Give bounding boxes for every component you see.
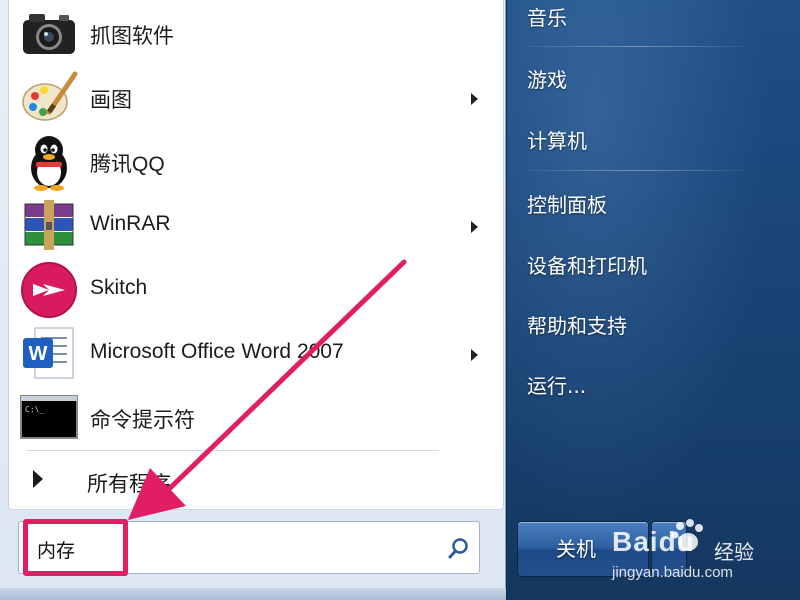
program-item-winrar[interactable]: WinRAR — [9, 194, 505, 258]
search-icon[interactable] — [447, 536, 471, 560]
menu-bottom-edge — [0, 588, 506, 600]
program-label: Microsoft Office Word 2007 — [90, 340, 344, 363]
right-item-music[interactable]: 音乐 — [527, 2, 567, 31]
program-label: 抓图软件 — [90, 25, 174, 48]
program-item-cmd[interactable]: C:\_ 命令提示符 — [9, 386, 505, 450]
word-icon: W — [23, 327, 74, 379]
expand-arrow-icon — [33, 470, 43, 488]
program-item-skitch[interactable]: Skitch — [9, 258, 505, 322]
cmd-icon: C:\_ — [20, 395, 78, 439]
submenu-arrow-icon[interactable] — [471, 349, 478, 361]
right-item-help-support[interactable]: 帮助和支持 — [527, 310, 627, 339]
divider — [527, 170, 745, 171]
watermark-url: jingyan.baidu.com — [612, 564, 733, 581]
right-item-control-panel[interactable]: 控制面板 — [527, 189, 607, 218]
program-label: Skitch — [90, 276, 148, 299]
program-label: 画图 — [90, 89, 132, 112]
all-programs-label: 所有程序 — [87, 472, 171, 496]
divider — [27, 450, 439, 451]
program-label: 腾讯QQ — [90, 153, 165, 176]
program-item-paint[interactable]: 画图 — [9, 66, 505, 130]
program-list: 抓图软件 画图 腾讯QQ WinRAR Skitch W Microsoft O… — [8, 0, 504, 510]
qq-penguin-icon — [31, 136, 67, 191]
right-item-games[interactable]: 游戏 — [527, 64, 567, 93]
svg-text:C:\_: C:\_ — [25, 405, 44, 414]
paint-palette-icon — [22, 71, 78, 121]
divider — [527, 46, 745, 47]
program-label: 命令提示符 — [90, 409, 195, 432]
program-label: WinRAR — [90, 212, 171, 235]
skitch-icon — [21, 262, 77, 318]
start-menu-left-pane: 抓图软件 画图 腾讯QQ WinRAR Skitch W Microsoft O… — [0, 0, 506, 600]
watermark-sub: 经验 — [714, 540, 754, 564]
svg-text:W: W — [29, 343, 48, 365]
winrar-books-icon — [24, 200, 74, 250]
all-programs-button[interactable]: 所有程序 — [9, 458, 505, 502]
program-item-screenshot-tool[interactable]: 抓图软件 — [9, 2, 505, 66]
right-item-computer[interactable]: 计算机 — [527, 125, 587, 154]
start-menu-right-pane: 音乐 游戏 计算机 控制面板 设备和打印机 帮助和支持 运行... 关机 — [506, 0, 800, 600]
submenu-arrow-icon[interactable] — [471, 221, 478, 233]
program-item-word-2007[interactable]: W Microsoft Office Word 2007 — [9, 322, 505, 386]
program-item-qq[interactable]: 腾讯QQ — [9, 130, 505, 194]
camera-icon — [23, 14, 75, 54]
paw-logo-icon — [671, 519, 703, 551]
right-item-devices-printers[interactable]: 设备和打印机 — [527, 250, 647, 279]
search-highlight-box — [23, 519, 128, 576]
submenu-arrow-icon[interactable] — [471, 93, 478, 105]
shutdown-label: 关机 — [556, 537, 596, 561]
baidu-watermark: Baidu 经验 jingyan.baidu.com — [612, 516, 792, 586]
right-item-run[interactable]: 运行... — [527, 370, 586, 399]
